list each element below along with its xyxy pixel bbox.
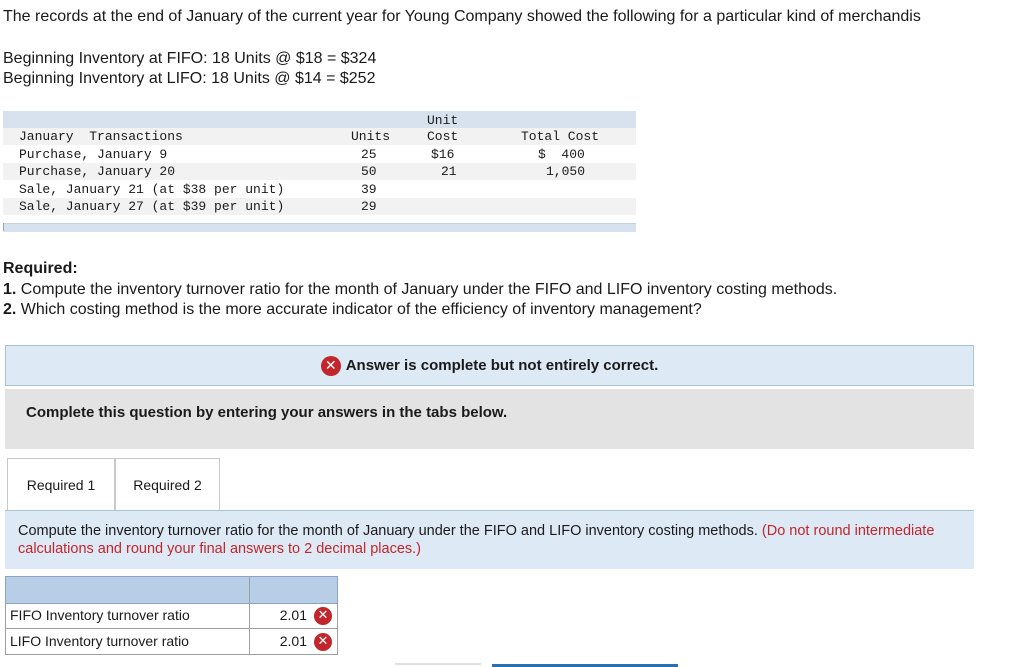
row-label: Sale, January 27 (at $39 per unit) [19,199,285,214]
table-row: Purchase, January 9 25 $16 $ 400 [3,146,636,163]
header-units: Units [351,129,391,144]
instructions-banner-text: Complete this question by entering your … [26,404,508,421]
column-divider [249,577,250,603]
table-row: FIFO Inventory turnover ratio 2.01 ✕ [5,603,338,629]
incorrect-mark: ✕ [314,606,332,625]
required-item-text: Compute the inventory turnover ratio for… [16,281,838,298]
instruction-main: Compute the inventory turnover ratio for… [18,523,762,539]
tab-label: Required 2 [133,477,202,493]
table-border [3,223,4,231]
required-item-2: 2. Which costing method is the more accu… [3,301,702,319]
answer-status-banner: ✕ Answer is complete but not entirely co… [5,345,974,386]
row-cost: $16 [431,147,455,162]
row-cost: 21 [441,164,457,179]
table-row: Purchase, January 20 50 21 1,050 [3,163,636,180]
instruction-panel: Compute the inventory turnover ratio for… [5,511,974,569]
lifo-turnover-input[interactable]: 2.01 [280,633,307,649]
beginning-inventory-fifo: Beginning Inventory at FIFO: 18 Units @ … [3,50,377,67]
fifo-turnover-input[interactable]: 2.01 [280,607,307,623]
table-row: Sale, January 27 (at $39 per unit) 29 [3,198,636,215]
nav-button-prev[interactable] [395,663,481,665]
beginning-inventory-lifo: Beginning Inventory at LIFO: 18 Units @ … [3,70,376,87]
transactions-header-row: January Transactions Units Cost Total Co… [3,128,636,145]
transactions-table: Unit January Transactions Units Cost Tot… [3,111,636,232]
close-circle-icon: ✕ [314,633,332,651]
answer-status-text: Answer is complete but not entirely corr… [345,357,659,374]
tab-required-2[interactable]: Required 2 [115,458,220,511]
required-item-number: 2. [3,301,17,318]
row-label: Purchase, January 20 [19,164,176,179]
question-intro: The records at the end of January of the… [3,8,921,25]
table-row: LIFO Inventory turnover ratio 2.01 ✕ [5,629,338,655]
required-title: Required: [3,260,78,277]
tab-label: Required 1 [26,477,96,493]
row-total: 1,050 [546,164,586,179]
row-units: 39 [361,182,377,197]
row-total: $ 400 [538,147,585,162]
tab-required-1[interactable]: Required 1 [7,458,115,511]
answer-table: FIFO Inventory turnover ratio 2.01 ✕ LIF… [5,576,338,656]
column-divider [249,629,250,654]
row-units: 29 [361,199,377,214]
instructions-banner: Complete this question by entering your … [5,389,974,449]
incorrect-mark: ✕ [314,632,332,651]
row-units: 50 [361,164,377,179]
required-item-1: 1. Compute the inventory turnover ratio … [3,281,837,299]
row-units: 25 [361,147,377,162]
transactions-footer-bar [3,223,636,232]
answer-table-header [5,576,338,604]
header-total-cost: Total Cost [521,129,600,144]
instruction-text: Compute the inventory turnover ratio for… [18,522,958,558]
column-divider [249,603,250,628]
row-label: Purchase, January 9 [19,147,168,162]
header-cost: Cost [427,129,459,144]
answer-label: LIFO Inventory turnover ratio [10,633,189,649]
answer-label: FIFO Inventory turnover ratio [10,607,190,623]
table-row: Sale, January 21 (at $38 per unit) 39 [3,181,636,198]
required-item-text: Which costing method is the more accurat… [16,301,702,318]
header-transactions: January Transactions [19,129,183,144]
row-label: Sale, January 21 (at $38 per unit) [19,182,285,197]
close-circle-icon: ✕ [314,607,332,625]
close-circle-icon: ✕ [320,355,341,376]
required-item-number: 1. [3,281,17,298]
unit-header-top: Unit [427,113,459,128]
